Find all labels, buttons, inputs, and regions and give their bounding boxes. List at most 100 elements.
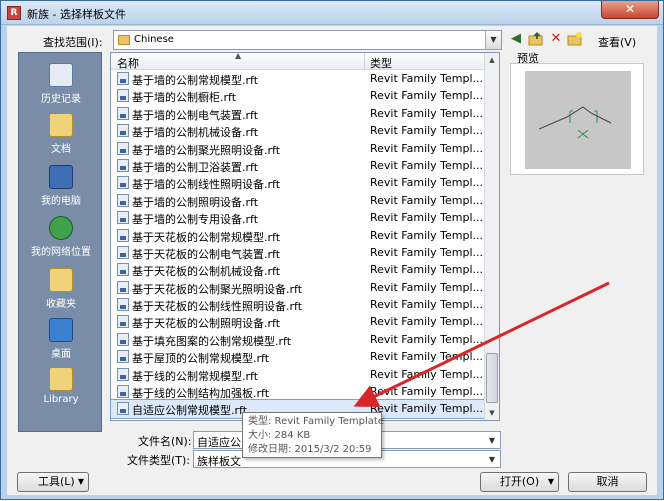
rft-file-icon <box>117 158 129 172</box>
tools-button-label: 工具(L) <box>38 475 75 488</box>
new-folder-icon[interactable] <box>567 31 583 47</box>
desktop-icon <box>49 318 73 342</box>
file-row[interactable]: 基于天花板的公制照明设备.rft Revit Family Templ... <box>111 313 485 330</box>
file-type: Revit Family Templ... <box>370 176 484 190</box>
file-name: 基于墙的公制聚光照明设备.rft <box>132 143 281 157</box>
delete-icon[interactable]: ✕ <box>548 31 564 47</box>
scroll-up-icon[interactable]: ▲ <box>485 53 499 67</box>
place-library[interactable]: Library <box>19 361 103 421</box>
file-list[interactable]: 名称 ▲ 类型 基于墙的公制常规模型.rft Revit Family Templ… <box>110 51 500 421</box>
rft-file-icon <box>117 402 129 416</box>
rft-file-icon <box>117 72 129 85</box>
file-type: Revit Family Templ... <box>370 211 484 225</box>
column-type-header[interactable]: 类型 <box>370 55 392 71</box>
place-documents[interactable]: 文档 <box>19 107 103 167</box>
file-row[interactable]: 基于墙的公制线性照明设备.rft Revit Family Templ... <box>111 174 485 191</box>
rft-file-icon <box>117 263 129 277</box>
computer-icon <box>49 165 73 189</box>
vertical-scrollbar[interactable]: ▲ ▼ <box>484 53 499 420</box>
file-row[interactable]: 基于墙的公制聚光照明设备.rft Revit Family Templ... <box>111 140 485 157</box>
chevron-down-icon[interactable]: ▼ <box>485 31 501 49</box>
chevron-down-icon[interactable]: ▼ <box>484 432 500 450</box>
file-type: Revit Family Templ... <box>370 158 484 172</box>
rft-file-icon <box>117 228 129 242</box>
file-type: Revit Family Templ... <box>370 193 484 207</box>
file-row[interactable]: 基于墙的公制常规模型.rft Revit Family Templ... <box>111 70 485 87</box>
file-type: Revit Family Templ... <box>370 263 484 277</box>
place-label: 桌面 <box>51 349 71 360</box>
file-row[interactable]: 基于天花板的公制常规模型.rft Revit Family Templ... <box>111 227 485 244</box>
chevron-down-icon[interactable]: ▼ <box>484 451 500 469</box>
open-button[interactable]: 打开(O) ▼ <box>480 472 559 492</box>
file-row[interactable]: 基于墙的公制专用设备.rft Revit Family Templ... <box>111 209 485 226</box>
file-row[interactable]: 基于天花板的公制聚光照明设备.rft Revit Family Templ... <box>111 279 485 296</box>
file-row[interactable]: 基于线的公制常规模型.rft Revit Family Templ... <box>111 366 485 383</box>
file-row[interactable]: 基于屋顶的公制常规模型.rft Revit Family Templ... <box>111 348 485 365</box>
file-row[interactable]: 基于墙的公制机械设备.rft Revit Family Templ... <box>111 122 485 139</box>
back-icon[interactable]: ◀ <box>508 31 524 47</box>
place-network[interactable]: 我的网络位置 <box>19 210 103 270</box>
file-type: Revit Family Templ... <box>370 228 484 242</box>
list-header: 名称 ▲ 类型 <box>111 51 485 71</box>
file-type: Revit Family Templ... <box>370 245 484 259</box>
file-name: 基于天花板的公制聚光照明设备.rft <box>132 282 303 296</box>
filename-label: 文件名(N): <box>138 435 192 448</box>
file-row[interactable]: 基于墙的公制照明设备.rft Revit Family Templ... <box>111 192 485 209</box>
scrollbar-thumb[interactable] <box>486 353 498 403</box>
tooltip-modified: 修改日期: 2015/3/2 20:59 <box>248 444 372 455</box>
file-type: Revit Family Templ... <box>370 385 484 399</box>
rft-file-icon <box>117 385 129 399</box>
file-type: Revit Family Templ... <box>370 367 484 381</box>
file-type: Revit Family Templ... <box>370 402 484 416</box>
file-name: 基于线的公制常规模型.rft <box>132 369 259 383</box>
documents-icon <box>49 113 73 137</box>
file-row[interactable]: 基于天花板的公制电气装置.rft Revit Family Templ... <box>111 244 485 261</box>
file-name: 基于天花板的公制电气装置.rft <box>132 247 281 261</box>
file-rows: 基于墙的公制常规模型.rft Revit Family Templ... 基于墙的公… <box>110 70 486 419</box>
file-name: 基于墙的公制线性照明设备.rft <box>132 178 281 192</box>
file-row[interactable]: 基于墙的公制橱柜.rft Revit Family Templ... <box>111 87 485 104</box>
up-folder-icon[interactable] <box>528 31 544 47</box>
places-bar: 历史记录 文档 我的电脑 我的网络位置 收藏夹 桌面 Library <box>18 52 102 432</box>
file-row[interactable]: 基于墙的公制卫浴装置.rft Revit Family Templ... <box>111 157 485 174</box>
chevron-down-icon: ▼ <box>547 477 554 486</box>
file-row[interactable]: 基于线的公制结构加强板.rft Revit Family Templ... <box>111 383 485 400</box>
title-bar[interactable]: R 新族 - 选择样板文件 ✕ <box>1 1 663 25</box>
file-name: 基于墙的公制橱柜.rft <box>132 91 237 105</box>
chevron-down-icon: ▼ <box>77 477 84 486</box>
close-button[interactable]: ✕ <box>601 1 659 19</box>
file-row[interactable]: 基于天花板的公制线性照明设备.rft Revit Family Templ... <box>111 296 485 313</box>
file-name: 基于线的公制结构加强板.rft <box>132 387 270 401</box>
file-info-tooltip: 类型: Revit Family Template 大小: 284 KB 修改日… <box>242 412 384 458</box>
place-label: Library <box>43 394 79 405</box>
file-name: 基于墙的公制电气装置.rft <box>132 108 259 122</box>
look-in-label: 查找范围(I): <box>43 36 103 49</box>
rft-file-icon <box>117 176 129 190</box>
filetype-label: 文件类型(T): <box>127 454 191 467</box>
network-icon <box>49 216 73 240</box>
file-name: 基于墙的公制常规模型.rft <box>132 74 259 87</box>
file-row[interactable]: 基于墙的公制电气装置.rft Revit Family Templ... <box>111 105 485 122</box>
cancel-button[interactable]: 取消 <box>568 472 647 492</box>
sort-ascending-icon: ▲ <box>235 51 242 60</box>
column-divider[interactable] <box>364 53 365 70</box>
look-in-combo[interactable]: Chinese ▼ <box>113 30 502 50</box>
rft-file-icon <box>117 332 129 346</box>
column-name-header[interactable]: 名称 <box>117 55 139 71</box>
file-type: Revit Family Templ... <box>370 106 484 120</box>
look-in-value: Chinese <box>134 34 174 45</box>
file-row[interactable]: 基于填充图案的公制常规模型.rft Revit Family Templ... <box>111 331 485 348</box>
file-type: Revit Family Templ... <box>370 315 484 329</box>
tools-button[interactable]: 工具(L) ▼ <box>17 472 89 492</box>
views-button[interactable]: 查看(V) <box>598 34 636 50</box>
file-type: Revit Family Templ... <box>370 89 484 103</box>
library-folder-icon <box>49 367 73 391</box>
file-type: Revit Family Templ... <box>370 298 484 312</box>
place-label: 我的电脑 <box>41 196 81 207</box>
scroll-down-icon[interactable]: ▼ <box>485 406 499 420</box>
rft-file-icon <box>117 141 129 155</box>
preview-pane <box>510 63 644 175</box>
file-row[interactable]: 基于天花板的公制机械设备.rft Revit Family Templ... <box>111 261 485 278</box>
rft-file-icon <box>117 193 129 207</box>
file-type: Revit Family Templ... <box>370 124 484 138</box>
